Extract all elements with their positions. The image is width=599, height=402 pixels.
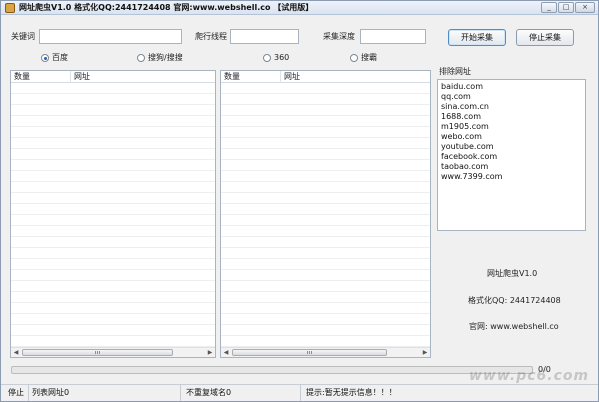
- app-window: 网址爬虫V1.0 格式化QQ:2441724408 官网:www.webshel…: [0, 0, 599, 402]
- scroll-thumb[interactable]: [22, 349, 173, 356]
- column-header-url[interactable]: 网址: [281, 71, 430, 83]
- qq-text: 格式化QQ: 2441724408: [468, 296, 561, 305]
- list-header: 数量 网址: [11, 71, 215, 83]
- threads-input[interactable]: [230, 29, 299, 44]
- column-header-count[interactable]: 数量: [11, 71, 71, 83]
- keyword-input[interactable]: [39, 29, 182, 44]
- stop-collect-button[interactable]: 停止采集: [516, 29, 574, 46]
- minimize-button[interactable]: _: [541, 2, 557, 13]
- exclude-title: 排除网址: [439, 67, 471, 76]
- engine-label: 搜霸: [361, 53, 377, 62]
- threads-label: 爬行线程: [195, 32, 227, 41]
- depth-label: 采集深度: [323, 32, 355, 41]
- website-text: 官网: www.webshell.co: [469, 322, 559, 331]
- column-header-url[interactable]: 网址: [71, 71, 215, 83]
- horizontal-scrollbar[interactable]: ◀ ▶: [11, 347, 215, 357]
- column-header-count[interactable]: 数量: [221, 71, 281, 83]
- engine-radio-360[interactable]: 360: [263, 53, 289, 63]
- engine-radio-baidu[interactable]: 百度: [41, 53, 68, 63]
- engine-label: 360: [274, 53, 290, 62]
- start-collect-button[interactable]: 开始采集: [448, 29, 506, 46]
- exclude-url-item: www.7399.com: [441, 172, 503, 181]
- watermark: www.pc6.com: [469, 368, 590, 384]
- scroll-left-icon[interactable]: ◀: [222, 349, 230, 357]
- result-list-right[interactable]: 数量 网址 ◀ ▶: [220, 70, 431, 358]
- close-button[interactable]: ×: [575, 2, 595, 13]
- engine-label: 搜狗/搜搜: [148, 53, 183, 62]
- maximize-button[interactable]: □: [558, 2, 574, 13]
- scroll-right-icon[interactable]: ▶: [421, 349, 429, 357]
- exclude-url-item: m1905.com: [441, 122, 489, 131]
- scroll-thumb[interactable]: [232, 349, 387, 356]
- engine-radio-souba[interactable]: 搜霸: [350, 53, 377, 63]
- exclude-url-item: taobao.com: [441, 162, 489, 171]
- result-list-left[interactable]: 数量 网址 ◀ ▶: [10, 70, 216, 358]
- status-hint: 提示:暂无提示信息！！！: [306, 388, 397, 397]
- list-body[interactable]: [11, 83, 215, 347]
- exclude-url-item: facebook.com: [441, 152, 498, 161]
- status-list-count: 列表网址0: [29, 385, 181, 401]
- title-bar[interactable]: 网址爬虫V1.0 格式化QQ:2441724408 官网:www.webshel…: [1, 1, 598, 15]
- radio-unchecked-icon: [350, 54, 358, 62]
- app-name-text: 网址爬虫V1.0: [487, 269, 538, 278]
- keyword-label: 关键词: [11, 32, 35, 41]
- scroll-left-icon[interactable]: ◀: [12, 349, 20, 357]
- radio-unchecked-icon: [137, 54, 145, 62]
- scroll-right-icon[interactable]: ▶: [206, 349, 214, 357]
- list-header: 数量 网址: [221, 71, 430, 83]
- window-title: 网址爬虫V1.0 格式化QQ:2441724408 官网:www.webshel…: [19, 3, 314, 12]
- list-body[interactable]: [221, 83, 430, 347]
- radio-unchecked-icon: [263, 54, 271, 62]
- status-unique-domains: 不重复域名0: [183, 385, 301, 401]
- horizontal-scrollbar[interactable]: ◀ ▶: [221, 347, 430, 357]
- exclude-url-item: 1688.com: [441, 112, 481, 121]
- engine-radio-sogou[interactable]: 搜狗/搜搜: [137, 53, 183, 63]
- app-icon: [5, 3, 15, 13]
- status-state: 停止: [5, 385, 29, 401]
- exclude-url-item: youtube.com: [441, 142, 494, 151]
- exclude-url-item: sina.com.cn: [441, 102, 490, 111]
- progress-bar: [11, 366, 533, 374]
- exclude-url-item: baidu.com: [441, 82, 483, 91]
- engine-label: 百度: [52, 53, 68, 62]
- radio-checked-icon: [41, 54, 49, 62]
- exclude-url-textarea[interactable]: baidu.com qq.com sina.com.cn 1688.com m1…: [437, 79, 586, 231]
- exclude-url-item: webo.com: [441, 132, 482, 141]
- status-bar: 停止 列表网址0 不重复域名0 提示:暂无提示信息！！！: [1, 384, 598, 401]
- depth-input[interactable]: [360, 29, 426, 44]
- exclude-url-item: qq.com: [441, 92, 471, 101]
